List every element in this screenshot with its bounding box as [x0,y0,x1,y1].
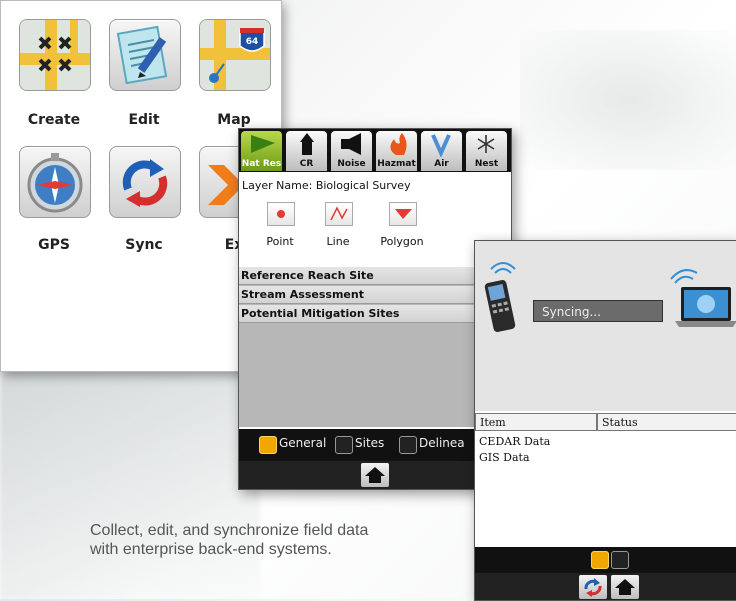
tab-hazmat[interactable]: Hazmat [376,131,417,171]
table-row[interactable]: CEDAR Data [479,435,550,448]
layer-row-stream-assessment[interactable]: Stream Assessment [239,286,511,304]
sync-item-table: Item Status CEDAR Data GIS Data [475,413,736,543]
create-app-button[interactable] [19,19,91,91]
air-icon [431,134,451,158]
create-app-label: Create [27,112,81,128]
status-column-header[interactable]: Status [597,413,736,431]
general-label: General [279,436,327,450]
map-app-button[interactable]: 64 [199,19,271,91]
sync-app-button[interactable] [109,146,181,218]
line-tool-label: Line [326,235,350,248]
background-streak [0,360,260,600]
tab-nat-res[interactable]: Nat Res [241,131,282,171]
create-map-icon [20,20,90,90]
polygon-tool-label: Polygon [380,235,424,248]
compass-icon [27,153,83,213]
point-icon [277,210,285,218]
laptop-icon [670,269,736,327]
layer-list: Reference Reach Site Stream Assessment P… [239,267,511,427]
background-glow [520,30,736,170]
sync-page-indicator-bar [475,547,736,573]
table-row[interactable]: GIS Data [479,451,530,464]
tab-nest-label: Nest [474,159,499,169]
delineation-label: Delinea [419,436,465,450]
mobile-device-icon [484,262,516,332]
tab-noise[interactable]: Noise [331,131,372,171]
category-tab-bar: Nat Res CR Noise Hazmat Air Nest [239,129,511,172]
layer-name-label: Layer Name: Biological Survey [242,179,411,192]
edit-app-button[interactable] [109,19,181,91]
caption-line-2: with enterprise back-end systems. [90,541,332,558]
sync-status-area: Syncing... [475,241,736,411]
polygon-tool-button[interactable] [389,202,417,226]
home-icon [365,467,385,483]
megaphone-icon [341,133,361,155]
sync-panel: Syncing... Item Status CEDAR Data GIS Da… [474,240,736,601]
tab-nat-res-label: Nat Res [241,159,282,169]
tab-noise-label: Noise [337,159,366,169]
point-tool-label: Point [266,235,294,248]
page-indicator-inactive[interactable] [611,551,629,569]
sync-app-label: Sync [125,237,163,253]
sites-label: Sites [355,436,385,450]
gps-app-label: GPS [38,237,70,253]
filter-bar: General Sites Delinea [239,429,511,461]
caption-line-1: Collect, edit, and synchronize field dat… [90,522,369,539]
flame-icon [390,133,407,155]
general-checkbox[interactable] [259,436,277,454]
map-highway-icon: 64 [200,20,270,90]
layer-editor-panel: Nat Res CR Noise Hazmat Air Nest Layer N… [238,128,512,490]
tab-cr-label: CR [299,159,314,169]
sync-icon [584,578,602,597]
tab-cr[interactable]: CR [286,131,327,171]
layer-row-reference-reach-site[interactable]: Reference Reach Site [239,267,511,285]
sync-bottom-nav-bar [475,573,736,600]
sync-home-button[interactable] [611,575,639,599]
layer-row-potential-mitigation-sites[interactable]: Potential Mitigation Sites [239,305,511,323]
sites-checkbox[interactable] [335,436,353,454]
tab-nest[interactable]: Nest [466,131,507,171]
sync-arrows-icon [122,159,168,207]
line-icon [330,206,348,221]
sync-progress-bar: Syncing... [533,300,663,322]
home-icon [615,579,635,595]
map-app-label: Map [217,112,251,128]
page-indicator-active[interactable] [591,551,609,569]
church-icon [300,133,314,155]
highway-badge-text: 64 [246,37,259,47]
edit-document-icon [116,25,168,85]
delineation-checkbox[interactable] [399,436,417,454]
nest-icon [477,135,495,153]
leaf-icon [251,135,275,153]
gps-app-button[interactable] [19,146,91,218]
tab-air[interactable]: Air [421,131,462,171]
line-tool-button[interactable] [325,202,353,226]
edit-app-label: Edit [128,112,160,128]
home-button[interactable] [361,463,389,487]
point-tool-button[interactable] [267,202,295,226]
bottom-nav-bar [239,461,511,489]
sync-now-button[interactable] [579,575,607,599]
tab-air-label: Air [434,159,449,169]
marketing-caption: Collect, edit, and synchronize field dat… [90,521,470,559]
polygon-icon [395,209,412,219]
item-column-header[interactable]: Item [475,413,597,431]
tab-hazmat-label: Hazmat [377,159,416,169]
